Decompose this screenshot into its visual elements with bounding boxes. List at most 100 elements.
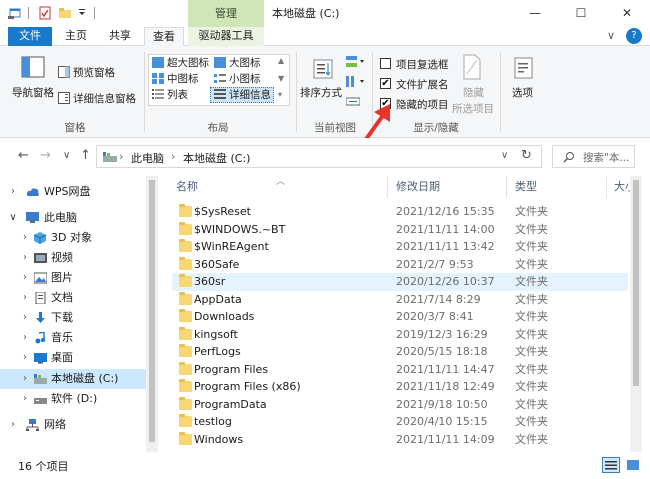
tab-file[interactable]: 文件 — [8, 27, 52, 46]
file-row[interactable]: Program Files (x86) 2021/11/18 12:49 文件夹 — [172, 378, 628, 396]
file-row[interactable]: PerfLogs 2020/5/15 18:18 文件夹 — [172, 343, 628, 361]
nav-item-pc[interactable]: ∨ 此电脑 — [0, 208, 146, 228]
expand-arrow-icon[interactable]: › — [20, 348, 30, 368]
file-row[interactable]: 360sr 2020/12/26 10:37 文件夹 — [172, 273, 628, 291]
column-header-date[interactable]: 修改日期 — [396, 176, 440, 198]
nav-pane-button[interactable]: 导航窗格 — [8, 52, 56, 112]
layout-small-icons[interactable]: 小图标 — [214, 71, 284, 86]
file-row[interactable]: Program Files 2021/11/11 14:47 文件夹 — [172, 361, 628, 379]
search-box[interactable]: 搜索"本... — [552, 145, 635, 168]
maximize-button[interactable]: ☐ — [558, 0, 604, 27]
expand-arrow-icon[interactable]: › — [20, 369, 30, 389]
file-list-scroll-thumb[interactable] — [633, 180, 639, 386]
expand-arrow-icon[interactable]: › — [8, 415, 18, 435]
folder-icon — [179, 326, 192, 340]
layout-extra-large-icons[interactable]: 超大图标 — [152, 55, 214, 70]
breadcrumb-this-pc[interactable]: 此电脑 — [131, 150, 164, 166]
expand-arrow-icon[interactable]: › — [20, 228, 30, 248]
file-list-scrollbar[interactable] — [630, 176, 642, 452]
help-button[interactable]: ? — [626, 28, 642, 44]
nav-item-d-drive[interactable]: › 软件 (D:) — [0, 389, 146, 409]
layout-gallery-scroll[interactable]: ▲ ▼ ▾ — [276, 54, 288, 106]
nav-item-network[interactable]: › 网络 — [0, 415, 146, 435]
expand-arrow-icon[interactable]: › — [20, 389, 30, 409]
tab-view[interactable]: 查看 — [144, 27, 184, 47]
details-pane-button[interactable]: 详细信息窗格 — [58, 90, 148, 106]
breadcrumb-sep-1: › — [119, 150, 124, 163]
pipe-icon-2 — [94, 7, 95, 19]
expand-arrow-icon[interactable]: › — [8, 182, 18, 202]
nav-item-3d[interactable]: › 3D 对象 — [0, 228, 146, 248]
column-header-name[interactable]: 名称 — [176, 176, 198, 198]
tab-share[interactable]: 共享 — [100, 27, 140, 46]
expand-arrow-icon[interactable]: › — [20, 268, 30, 288]
expand-arrow-icon[interactable]: › — [20, 328, 30, 348]
recent-locations-button[interactable]: ∨ — [63, 150, 70, 161]
file-row[interactable]: Windows 2021/11/11 14:09 文件夹 — [172, 431, 628, 449]
close-button[interactable]: ✕ — [604, 0, 650, 27]
up-button[interactable]: ↑ — [80, 148, 91, 163]
new-folder-icon[interactable] — [58, 6, 72, 20]
file-row[interactable]: $WINDOWS.~BT 2021/11/11 14:00 文件夹 — [172, 221, 628, 239]
file-row[interactable]: ProgramData 2021/9/18 10:50 文件夹 — [172, 396, 628, 414]
layout-details[interactable]: 详细信息 — [214, 87, 284, 102]
nav-pane-scrollbar[interactable] — [146, 176, 158, 452]
nav-item-wps[interactable]: › WPS网盘 — [0, 182, 146, 202]
expand-arrow-icon[interactable]: › — [20, 308, 30, 328]
file-list: ︿ 名称 修改日期 类型 大小 $SysReset 2021/12/16 15:3… — [166, 176, 630, 452]
column-header-size[interactable]: 大小 — [614, 176, 630, 198]
address-bar[interactable]: › 此电脑 › 本地磁盘 (C:) ∨ ↻ — [96, 145, 542, 168]
item-checkboxes-toggle[interactable]: 项目复选框 — [378, 56, 458, 72]
file-row[interactable]: $SysReset 2021/12/16 15:35 文件夹 — [172, 203, 628, 221]
back-button[interactable]: ← — [18, 148, 29, 163]
folder-icon — [179, 361, 192, 375]
layout-large-icons[interactable]: 大图标 — [214, 55, 284, 70]
file-extensions-checkbox[interactable]: ✔ — [380, 78, 391, 89]
refresh-button[interactable]: ↻ — [521, 148, 532, 163]
preview-pane-button[interactable]: 预览窗格 — [58, 64, 148, 80]
expand-arrow-icon[interactable]: ∨ — [8, 208, 18, 228]
file-type: 文件夹 — [515, 292, 548, 306]
file-type: 文件夹 — [515, 362, 548, 376]
options-button[interactable]: 选项 — [506, 52, 542, 112]
nav-item-music[interactable]: › 音乐 — [0, 328, 146, 348]
details-view-toggle-icon[interactable] — [602, 457, 620, 473]
group-by-button[interactable] — [346, 54, 368, 70]
file-row[interactable]: Downloads 2020/3/7 8:41 文件夹 — [172, 308, 628, 326]
file-row[interactable]: 360Safe 2021/2/7 9:53 文件夹 — [172, 256, 628, 274]
hide-selected-items-button[interactable]: 隐藏 所选项目 — [450, 52, 498, 116]
nav-item-video[interactable]: › 视频 — [0, 248, 146, 268]
nav-item-pictures[interactable]: › 图片 — [0, 268, 146, 288]
qat-dropdown-icon[interactable] — [77, 6, 87, 20]
forward-button[interactable]: → — [40, 148, 51, 163]
layout-medium-icons[interactable]: 中图标 — [152, 71, 214, 86]
nav-pane-scroll-thumb[interactable] — [149, 180, 155, 442]
expand-arrow-icon[interactable]: › — [20, 248, 30, 268]
file-row[interactable]: AppData 2021/7/14 8:29 文件夹 — [172, 291, 628, 309]
address-dropdown-icon[interactable]: ∨ — [501, 150, 508, 161]
checkmark-doc-icon[interactable] — [38, 6, 52, 20]
item-checkboxes-checkbox[interactable] — [380, 58, 391, 69]
properties-icon[interactable] — [8, 6, 22, 20]
file-row[interactable]: $WinREAgent 2021/11/11 13:42 文件夹 — [172, 238, 628, 256]
breadcrumb-drive[interactable]: 本地磁盘 (C:) — [183, 150, 250, 166]
column-divider-3[interactable] — [606, 176, 607, 198]
nav-item-c-drive[interactable]: › 本地磁盘 (C:) — [0, 369, 146, 389]
nav-item-documents[interactable]: › 文档 — [0, 288, 146, 308]
file-extensions-toggle[interactable]: ✔ 文件扩展名 — [378, 76, 458, 92]
layout-list[interactable]: 列表 — [152, 87, 210, 102]
add-columns-button[interactable] — [346, 74, 368, 90]
file-row[interactable]: testlog 2020/4/10 15:15 文件夹 — [172, 413, 628, 431]
column-divider-2[interactable] — [506, 176, 507, 198]
minimize-button[interactable]: — — [512, 0, 558, 27]
column-header-type[interactable]: 类型 — [515, 176, 537, 198]
nav-item-desktop[interactable]: › 桌面 — [0, 348, 146, 368]
column-divider[interactable] — [387, 176, 388, 198]
expand-arrow-icon[interactable]: › — [20, 288, 30, 308]
collapse-ribbon-button[interactable]: ∨ — [604, 27, 618, 46]
tab-drive-tools[interactable]: 驱动器工具 — [188, 27, 264, 46]
file-row[interactable]: kingsoft 2019/12/3 16:29 文件夹 — [172, 326, 628, 344]
tab-home[interactable]: 主页 — [56, 27, 96, 46]
nav-item-downloads[interactable]: › 下载 — [0, 308, 146, 328]
large-icons-toggle-icon[interactable] — [624, 457, 642, 473]
